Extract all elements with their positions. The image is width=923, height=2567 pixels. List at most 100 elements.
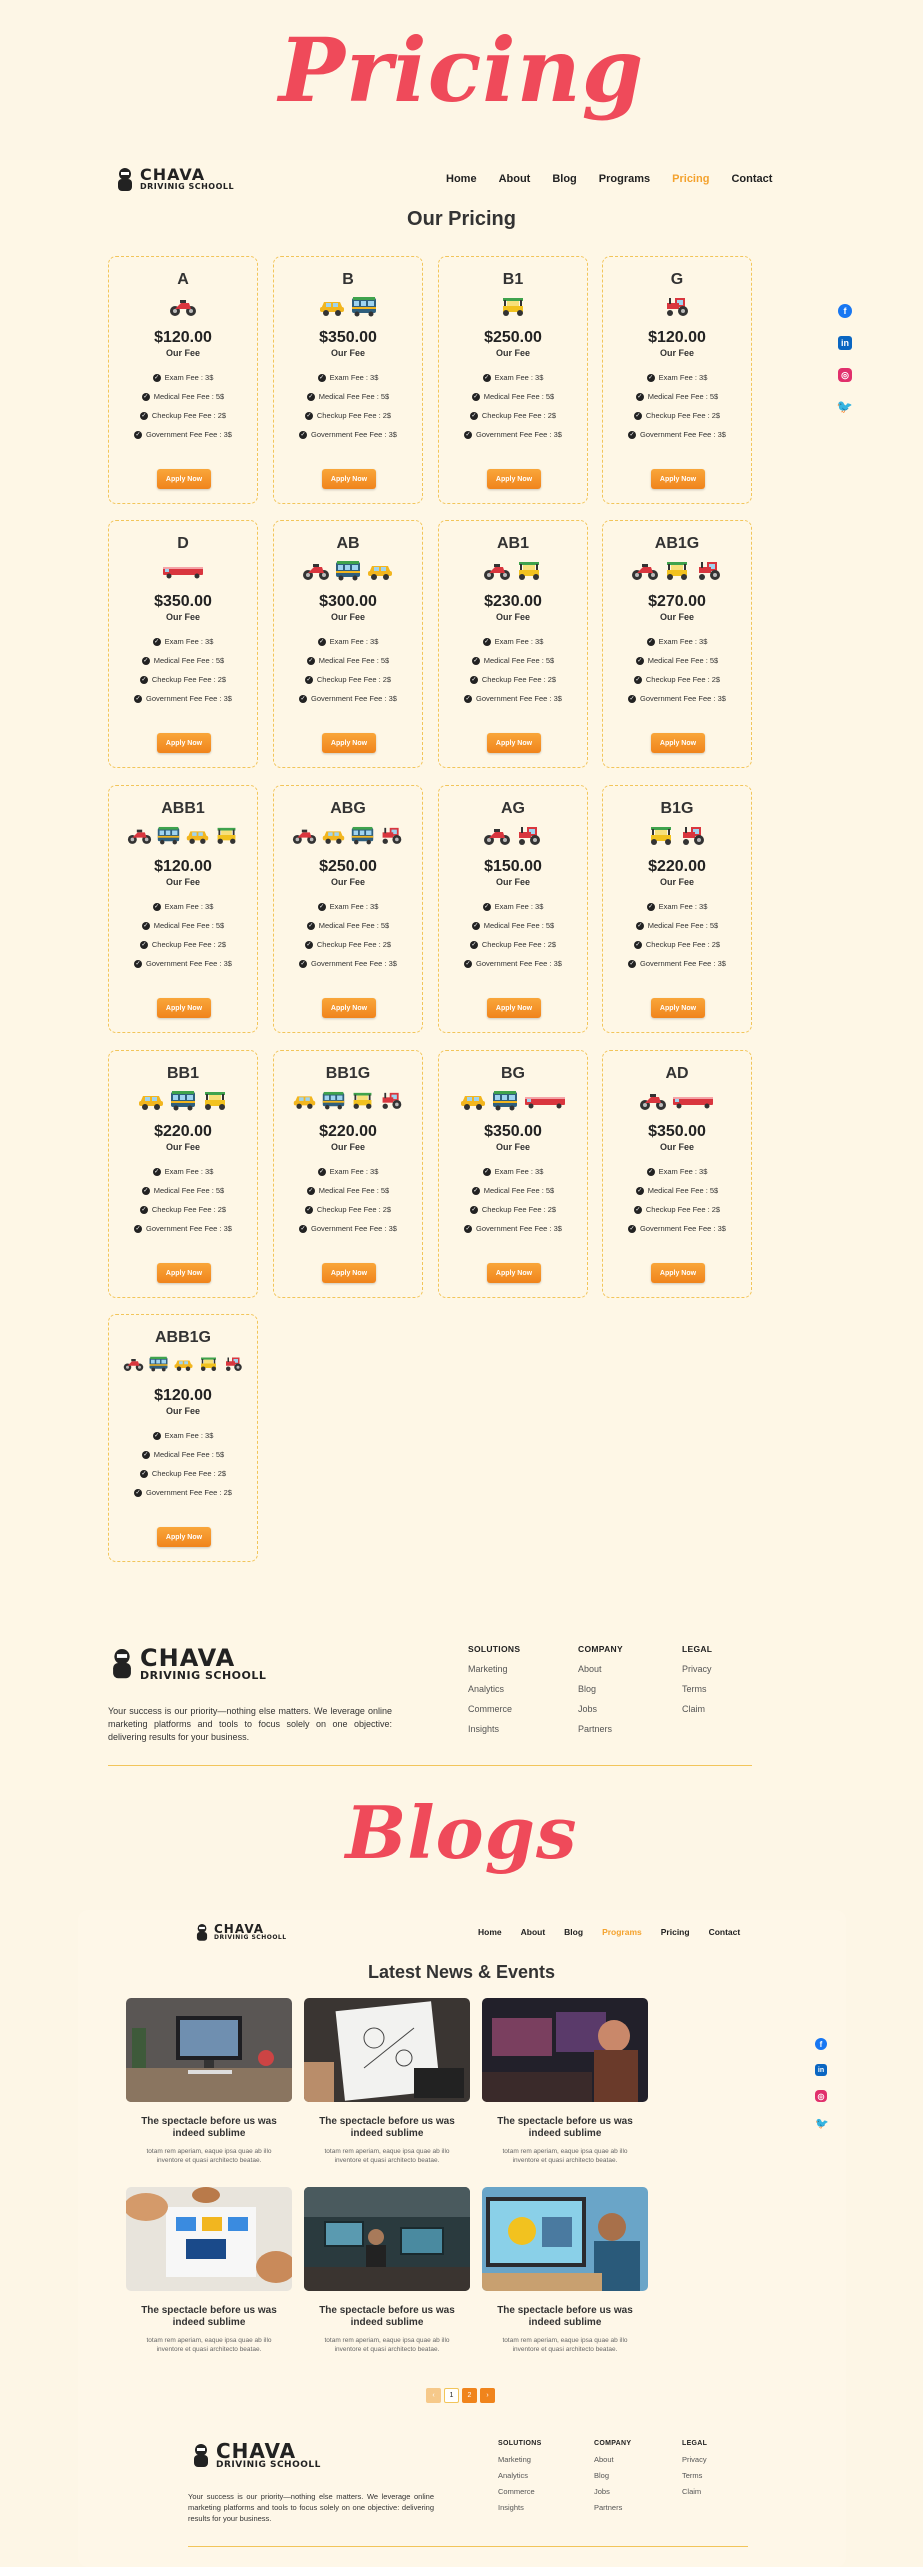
nav-link-contact[interactable]: Contact bbox=[709, 1927, 741, 1937]
nav-link-programs[interactable]: Programs bbox=[599, 173, 650, 185]
apply-now-button[interactable]: Apply Now bbox=[487, 998, 541, 1018]
apply-now-button[interactable]: Apply Now bbox=[322, 469, 376, 489]
footer-link[interactable]: Blog bbox=[594, 2471, 631, 2480]
blog-post-card[interactable]: The spectacle before us was indeed subli… bbox=[482, 1998, 648, 2165]
apply-now-button[interactable]: Apply Now bbox=[157, 1263, 211, 1283]
nav-menu: Home About Blog Programs Pricing Contact bbox=[478, 1927, 740, 1937]
apply-now-button[interactable]: Apply Now bbox=[157, 733, 211, 753]
fee-item: ✓ Checkup Fee Fee : 2$ bbox=[139, 1205, 227, 1214]
nav-link-pricing[interactable]: Pricing bbox=[661, 1927, 690, 1937]
footer-link[interactable]: Partners bbox=[578, 1724, 623, 1734]
blog-post-thumbnail[interactable] bbox=[126, 2187, 292, 2291]
footer-link[interactable]: Jobs bbox=[594, 2487, 631, 2496]
footer-brand-logo[interactable]: CHAVA DRIVINIG SCHOOLL bbox=[108, 1644, 266, 1682]
apply-now-button[interactable]: Apply Now bbox=[157, 469, 211, 489]
footer-link[interactable]: Terms bbox=[682, 2471, 707, 2480]
footer-link[interactable]: Insights bbox=[468, 1724, 520, 1734]
apply-now-button[interactable]: Apply Now bbox=[651, 1263, 705, 1283]
license-class: ABG bbox=[330, 800, 366, 817]
social-sidebar: f in ◎ 🐦 bbox=[815, 2038, 829, 2130]
blog-post-card[interactable]: The spectacle before us was indeed subli… bbox=[304, 2187, 470, 2354]
linkedin-icon[interactable]: in bbox=[838, 336, 852, 350]
apply-now-button[interactable]: Apply Now bbox=[651, 998, 705, 1018]
footer-link[interactable]: Claim bbox=[682, 2487, 707, 2496]
blog-post-title[interactable]: The spectacle before us was indeed subli… bbox=[304, 2116, 470, 2140]
apply-now-button[interactable]: Apply Now bbox=[157, 998, 211, 1018]
footer-link[interactable]: Marketing bbox=[468, 1664, 520, 1674]
footer-link[interactable]: Commerce bbox=[498, 2487, 542, 2496]
apply-now-button[interactable]: Apply Now bbox=[487, 733, 541, 753]
footer-link[interactable]: Jobs bbox=[578, 1704, 623, 1714]
blog-post-card[interactable]: The spectacle before us was indeed subli… bbox=[126, 1998, 292, 2165]
facebook-icon[interactable]: f bbox=[838, 304, 852, 318]
fee-list: ✓ Exam Fee : 3$ ✓ Medical Fee Fee : 5$ ✓ Ch… bbox=[603, 897, 751, 973]
footer-column-title: SOLUTIONS bbox=[498, 2440, 542, 2447]
brand-logo[interactable]: CHAVA DRIVINIG SCHOOLL bbox=[114, 166, 234, 192]
brand-logo[interactable]: CHAVA DRIVINIG SCHOOLL bbox=[194, 1922, 287, 1942]
blog-post-title[interactable]: The spectacle before us was indeed subli… bbox=[482, 2116, 648, 2140]
twitter-icon[interactable]: 🐦 bbox=[815, 2116, 829, 2130]
nav-link-blog[interactable]: Blog bbox=[564, 1927, 583, 1937]
footer-link[interactable]: Blog bbox=[578, 1684, 623, 1694]
footer-brand-logo[interactable]: CHAVA DRIVINIG SCHOOLL bbox=[190, 2440, 321, 2470]
blog-post-title[interactable]: The spectacle before us was indeed subli… bbox=[126, 2305, 292, 2329]
nav-link-programs[interactable]: Programs bbox=[602, 1927, 642, 1937]
twitter-icon[interactable]: 🐦 bbox=[837, 399, 853, 414]
bus-icon bbox=[169, 1089, 197, 1116]
footer-link[interactable]: Claim bbox=[682, 1704, 712, 1714]
apply-now-button[interactable]: Apply Now bbox=[322, 733, 376, 753]
apply-now-button[interactable]: Apply Now bbox=[487, 1263, 541, 1283]
blog-post-card[interactable]: The spectacle before us was indeed subli… bbox=[126, 2187, 292, 2354]
apply-now-button[interactable]: Apply Now bbox=[157, 1527, 211, 1547]
pagination-page[interactable]: 2 bbox=[462, 2388, 477, 2403]
truck-icon bbox=[671, 1089, 715, 1116]
blog-post-thumbnail[interactable] bbox=[482, 1998, 648, 2102]
blog-post-title[interactable]: The spectacle before us was indeed subli… bbox=[482, 2305, 648, 2329]
apply-now-button[interactable]: Apply Now bbox=[651, 469, 705, 489]
linkedin-icon[interactable]: in bbox=[815, 2064, 827, 2076]
price: $120.00 bbox=[154, 858, 212, 875]
apply-now-button[interactable]: Apply Now bbox=[322, 1263, 376, 1283]
check-icon: ✓ bbox=[317, 373, 326, 382]
nav-link-home[interactable]: Home bbox=[446, 173, 477, 185]
instagram-icon[interactable]: ◎ bbox=[838, 368, 852, 382]
check-icon: ✓ bbox=[482, 902, 491, 911]
fee-label: Our Fee bbox=[495, 877, 530, 887]
blog-post-card[interactable]: The spectacle before us was indeed subli… bbox=[482, 2187, 648, 2354]
footer-link[interactable]: Terms bbox=[682, 1684, 712, 1694]
blog-post-card[interactable]: The spectacle before us was indeed subli… bbox=[304, 1998, 470, 2165]
nav-link-home[interactable]: Home bbox=[478, 1927, 502, 1937]
fee-item: ✓ Medical Fee Fee : 5$ bbox=[306, 656, 390, 665]
footer-link[interactable]: Analytics bbox=[468, 1684, 520, 1694]
blog-post-thumbnail[interactable] bbox=[482, 2187, 648, 2291]
footer-link[interactable]: About bbox=[594, 2455, 631, 2464]
nav-link-contact[interactable]: Contact bbox=[731, 173, 772, 185]
apply-now-button[interactable]: Apply Now bbox=[322, 998, 376, 1018]
pagination-page[interactable]: 1 bbox=[444, 2388, 459, 2403]
nav-link-blog[interactable]: Blog bbox=[552, 173, 576, 185]
footer-link[interactable]: Commerce bbox=[468, 1704, 520, 1714]
footer-link[interactable]: About bbox=[578, 1664, 623, 1674]
apply-now-button[interactable]: Apply Now bbox=[487, 469, 541, 489]
nav-link-pricing[interactable]: Pricing bbox=[672, 173, 709, 185]
nav-link-about[interactable]: About bbox=[499, 173, 531, 185]
blog-post-thumbnail[interactable] bbox=[304, 2187, 470, 2291]
facebook-icon[interactable]: f bbox=[815, 2038, 827, 2050]
footer-link[interactable]: Privacy bbox=[682, 1664, 712, 1674]
instagram-icon[interactable]: ◎ bbox=[815, 2090, 827, 2102]
brand-name: CHAVA bbox=[140, 165, 206, 184]
blog-post-thumbnail[interactable] bbox=[126, 1998, 292, 2102]
blog-post-thumbnail[interactable] bbox=[304, 1998, 470, 2102]
apply-now-button[interactable]: Apply Now bbox=[651, 733, 705, 753]
footer-link[interactable]: Marketing bbox=[498, 2455, 542, 2464]
footer-link[interactable]: Privacy bbox=[682, 2455, 707, 2464]
nav-link-about[interactable]: About bbox=[521, 1927, 546, 1937]
footer-link[interactable]: Analytics bbox=[498, 2471, 542, 2480]
blog-post-title[interactable]: The spectacle before us was indeed subli… bbox=[126, 2116, 292, 2140]
blog-post-title[interactable]: The spectacle before us was indeed subli… bbox=[304, 2305, 470, 2329]
footer-link[interactable]: Partners bbox=[594, 2503, 631, 2512]
pagination-prev[interactable]: ‹ bbox=[426, 2388, 441, 2403]
footer-link[interactable]: Insights bbox=[498, 2503, 542, 2512]
pagination-next[interactable]: › bbox=[480, 2388, 495, 2403]
blog-post-excerpt: totam rem aperiam, eaque ipsa quae ab il… bbox=[502, 2337, 628, 2354]
